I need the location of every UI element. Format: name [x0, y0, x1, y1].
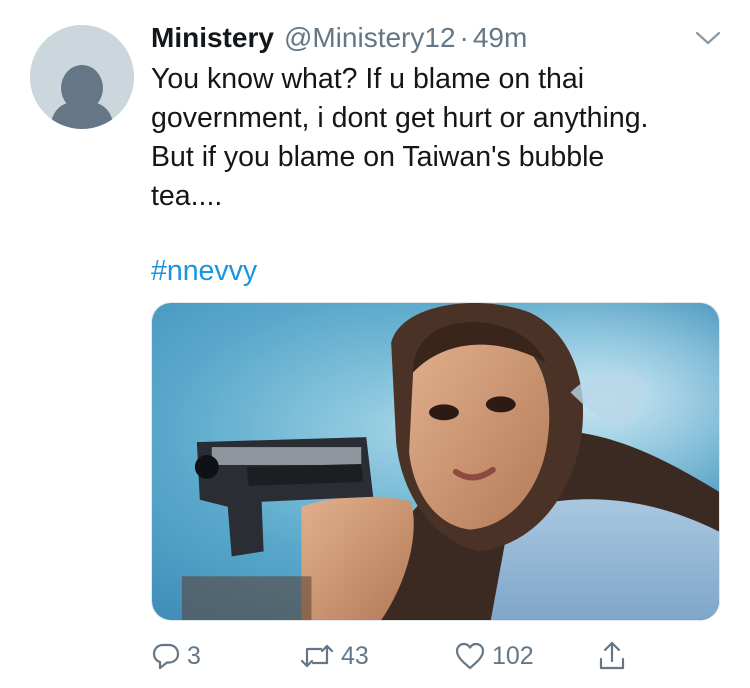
tweet-header: Ministery @Ministery12 · 49m [151, 22, 527, 56]
tweet-text-line: tea.... [151, 180, 223, 212]
share-button[interactable] [597, 638, 627, 674]
tweet-text-line: But if you blame on Taiwan's bubble [151, 141, 605, 173]
tweet-text-line: government, i dont get hurt or anything. [151, 102, 649, 134]
heart-icon [455, 642, 485, 670]
avatar[interactable] [30, 25, 134, 129]
like-button[interactable]: 102 [454, 638, 534, 674]
reply-icon [152, 643, 180, 670]
tweet-image[interactable] [151, 302, 720, 621]
hashtag-link[interactable]: #nnevvy [151, 252, 257, 291]
timestamp[interactable]: 49m [473, 22, 527, 54]
tweet-actions: 3 43 102 [151, 638, 651, 674]
photo-image [152, 303, 719, 620]
default-profile-icon [30, 25, 134, 129]
reply-count: 3 [187, 641, 201, 670]
tweet[interactable]: Ministery @Ministery12 · 49m You know wh… [0, 0, 750, 688]
chevron-down-icon [695, 31, 721, 45]
tweet-menu-button[interactable] [693, 28, 723, 48]
reply-button[interactable]: 3 [151, 638, 201, 674]
tweet-text: You know what? If u blame on thai govern… [151, 60, 721, 216]
retweet-count: 43 [341, 641, 369, 670]
retweet-button[interactable]: 43 [299, 638, 369, 674]
header-separator: · [459, 22, 469, 53]
author-name[interactable]: Ministery [151, 22, 274, 54]
like-count: 102 [492, 641, 534, 670]
retweet-icon [300, 644, 334, 668]
tweet-text-line: You know what? If u blame on thai [151, 63, 585, 95]
author-handle[interactable]: @Ministery12 [284, 22, 456, 54]
share-icon [599, 641, 625, 670]
